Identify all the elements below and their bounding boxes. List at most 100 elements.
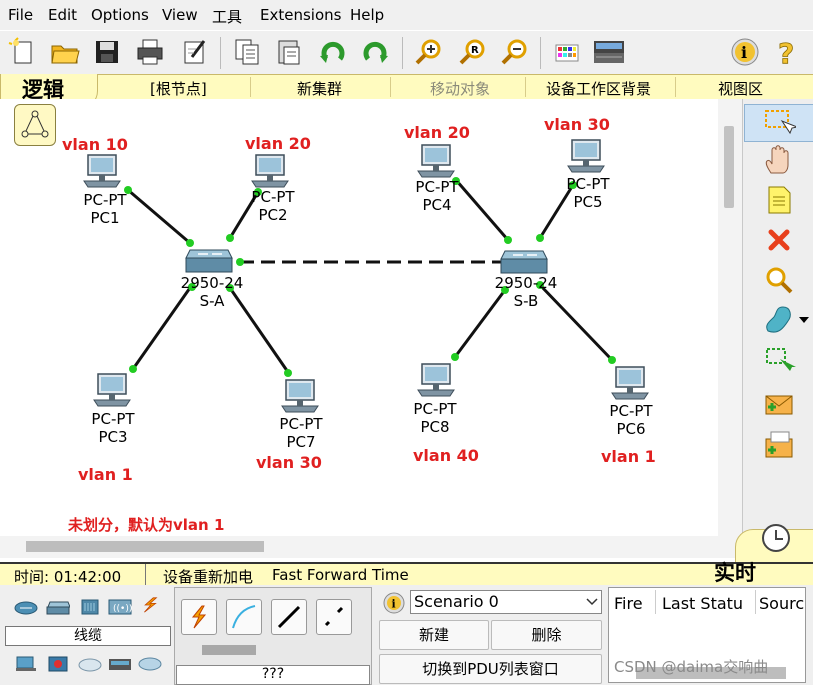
pc1-icon[interactable] <box>82 153 122 189</box>
pc7-icon[interactable] <box>280 378 320 414</box>
pc6-icon[interactable] <box>610 365 650 401</box>
horizontal-scroll-thumb[interactable] <box>26 541 264 552</box>
hubs-category-icon[interactable] <box>78 599 102 615</box>
zoom-in-icon[interactable] <box>414 37 444 67</box>
logical-view-icon[interactable] <box>14 104 56 146</box>
zoom-out-icon[interactable] <box>500 37 530 67</box>
menu-tools[interactable]: 工具 <box>212 6 242 27</box>
watermark: CSDN @daima交响曲 <box>614 658 769 676</box>
category-label-box: 线缆 <box>5 626 171 646</box>
column-fire[interactable]: Fire <box>614 594 643 613</box>
inspect-hand-icon[interactable] <box>762 143 796 177</box>
info-icon[interactable]: i <box>730 37 760 67</box>
connection-scroll-thumb[interactable] <box>202 645 256 655</box>
paste-icon[interactable] <box>274 37 304 67</box>
pc6-label: PC-PT PC6 <box>609 402 653 438</box>
menu-bar: File Edit Options View 工具 Extensions Hel… <box>0 0 813 30</box>
toggle-pdu-list-button[interactable]: 切换到PDU列表窗口 <box>379 654 602 684</box>
set-background-button[interactable]: 设备工作区背景 <box>546 78 651 99</box>
pc5-label: PC-PT PC5 <box>566 175 610 211</box>
resize-shape-icon[interactable] <box>762 343 796 377</box>
pc3-label: PC-PT PC3 <box>91 410 135 446</box>
new-cluster-button[interactable]: 新集群 <box>297 78 342 99</box>
note-icon[interactable] <box>762 183 796 217</box>
chevron-down-icon <box>586 598 598 606</box>
category-label: 线缆 <box>74 628 102 644</box>
menu-help[interactable]: Help <box>350 6 384 24</box>
end-devices-category-icon[interactable] <box>14 656 38 672</box>
switch-s-b-icon[interactable] <box>499 249 549 277</box>
redo-icon[interactable] <box>360 37 390 67</box>
menu-edit[interactable]: Edit <box>48 6 77 24</box>
security-category-icon[interactable] <box>46 656 70 672</box>
root-node-link[interactable]: [根节点] <box>150 78 207 99</box>
vlan-note-pc1: vlan 10 <box>62 135 128 154</box>
column-last-status[interactable]: Last Statu <box>662 594 743 613</box>
realtime-clock-icon[interactable] <box>756 518 796 558</box>
custom-devices-category-icon[interactable] <box>108 656 132 672</box>
copy-icon[interactable] <box>232 37 262 67</box>
menu-view[interactable]: View <box>162 6 198 24</box>
straight-through-cable-button[interactable] <box>271 599 307 635</box>
svg-text:?: ? <box>778 37 794 67</box>
menu-options[interactable]: Options <box>91 6 149 24</box>
viewport-button[interactable]: 视图区 <box>718 78 763 99</box>
default-vlan-note: 未划分，默认为vlan 1 <box>68 516 225 534</box>
new-file-icon[interactable] <box>8 37 38 67</box>
column-source[interactable]: Sourc <box>759 594 804 613</box>
save-icon[interactable] <box>92 37 122 67</box>
wan-emulation-category-icon[interactable] <box>78 656 102 672</box>
help-icon[interactable]: ? <box>772 37 802 67</box>
power-cycle-button[interactable]: 设备重新加电 <box>163 566 253 587</box>
switch-s-a-icon[interactable] <box>184 248 234 276</box>
menu-file[interactable]: File <box>8 6 33 24</box>
add-complex-pdu-icon[interactable] <box>762 428 796 462</box>
palette-icon[interactable] <box>552 37 582 67</box>
connections-category-icon[interactable] <box>138 597 162 613</box>
move-object-button[interactable]: 移动对象 <box>430 78 490 99</box>
vlan-note-pc5: vlan 30 <box>544 115 610 134</box>
pc1-label: PC-PT PC1 <box>83 191 127 227</box>
delete-icon[interactable] <box>762 223 796 257</box>
vlan-note-pc8: vlan 40 <box>413 446 479 465</box>
pc8-icon[interactable] <box>416 362 456 398</box>
draw-shape-icon[interactable] <box>762 303 796 337</box>
print-icon[interactable] <box>135 37 165 67</box>
crossover-cable-button[interactable] <box>316 599 352 635</box>
pc4-icon[interactable] <box>416 143 456 179</box>
zoom-reset-icon[interactable]: R <box>458 37 488 67</box>
pc3-icon[interactable] <box>92 372 132 408</box>
shape-dropdown-icon[interactable] <box>798 316 810 324</box>
open-folder-icon[interactable] <box>50 37 80 67</box>
svg-text:i: i <box>741 43 747 62</box>
pc2-icon[interactable] <box>250 153 290 189</box>
multiuser-category-icon[interactable] <box>138 656 162 672</box>
scenario-select[interactable]: Scenario 0 <box>410 590 602 614</box>
vertical-scroll-thumb[interactable] <box>724 126 734 208</box>
undo-icon[interactable] <box>318 37 348 67</box>
custom-device-icon[interactable] <box>592 37 626 67</box>
realtime-mode-label: 实时 <box>714 560 756 585</box>
toolbar: R i ? <box>0 30 813 75</box>
delete-scenario-button[interactable]: 删除 <box>491 620 602 650</box>
switches-category-icon[interactable] <box>46 600 70 616</box>
activity-wizard-icon[interactable] <box>180 37 210 67</box>
inspect-zoom-icon[interactable] <box>762 263 796 297</box>
scenario-info-icon[interactable]: i <box>383 592 405 614</box>
menu-extensions[interactable]: Extensions <box>260 6 341 24</box>
vlan-note-pc3: vlan 1 <box>78 465 133 484</box>
pc7-label: PC-PT PC7 <box>279 415 323 451</box>
pc5-icon[interactable] <box>566 138 606 174</box>
console-cable-button[interactable] <box>226 599 262 635</box>
workspace-bar: [根节点] 新集群 移动对象 设备工作区背景 视图区 <box>0 74 813 100</box>
vlan-note-pc4: vlan 20 <box>404 123 470 142</box>
fast-forward-button[interactable]: Fast Forward Time <box>272 566 409 584</box>
wireless-category-icon[interactable]: ((•)) <box>108 599 132 615</box>
svg-text:i: i <box>392 598 396 611</box>
add-simple-pdu-icon[interactable] <box>762 387 796 421</box>
select-icon[interactable] <box>762 105 796 139</box>
status-bar: 时间: 01:42:00 设备重新加电 Fast Forward Time <box>0 562 813 587</box>
auto-connection-button[interactable] <box>181 599 217 635</box>
new-scenario-button[interactable]: 新建 <box>379 620 489 650</box>
routers-category-icon[interactable] <box>14 600 38 616</box>
